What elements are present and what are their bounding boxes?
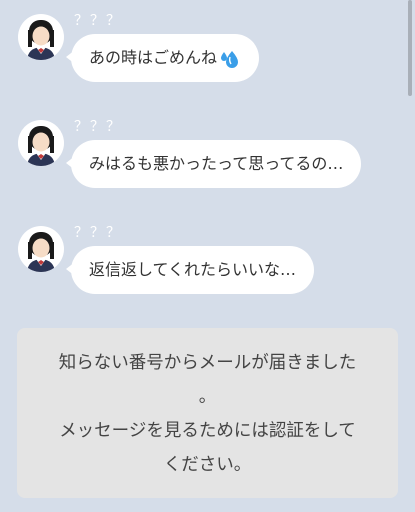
chat-message: ？？？ 返信返してくれたらいいな…: [0, 212, 415, 302]
notice-line: ください。: [163, 455, 252, 475]
avatar[interactable]: [18, 120, 64, 166]
avatar[interactable]: [18, 14, 64, 60]
avatar[interactable]: [18, 226, 64, 272]
notice-line: メッセージを見るためには認証をして: [59, 421, 356, 441]
message-text: 返信返してくれたらいいな…: [89, 260, 297, 279]
chat-message: ？？？ みはるも悪かったって思ってるの…: [0, 106, 415, 196]
sender-name: ？？？: [74, 13, 122, 29]
schoolgirl-avatar-icon: [27, 232, 55, 272]
message-bubble[interactable]: 返信返してくれたらいいな…: [65, 246, 315, 294]
notice-line: 。: [198, 387, 217, 407]
schoolgirl-avatar-icon: [27, 126, 55, 166]
message-text: みはるも悪かったって思ってるの…: [89, 154, 344, 173]
schoolgirl-avatar-icon: [27, 20, 55, 60]
message-text: あの時はごめんね: [89, 48, 218, 67]
message-bubble[interactable]: あの時はごめんね: [65, 34, 260, 82]
sweat-droplets-icon: [221, 50, 239, 68]
sender-name: ？？？: [74, 225, 122, 241]
chat-message: ？？？ あの時はごめんね: [0, 0, 415, 90]
sender-name: ？？？: [74, 119, 122, 135]
chat-screen: ？？？ あの時はごめんね ？？？ みはるも悪かったって思ってるの… ？？？ 返信…: [0, 0, 415, 512]
verification-notice[interactable]: 知らない番号からメールが届きました 。 メッセージを見るためには認証をして くだ…: [17, 328, 398, 498]
notice-line: 知らない番号からメールが届きました: [58, 353, 357, 373]
message-bubble[interactable]: みはるも悪かったって思ってるの…: [65, 140, 362, 188]
